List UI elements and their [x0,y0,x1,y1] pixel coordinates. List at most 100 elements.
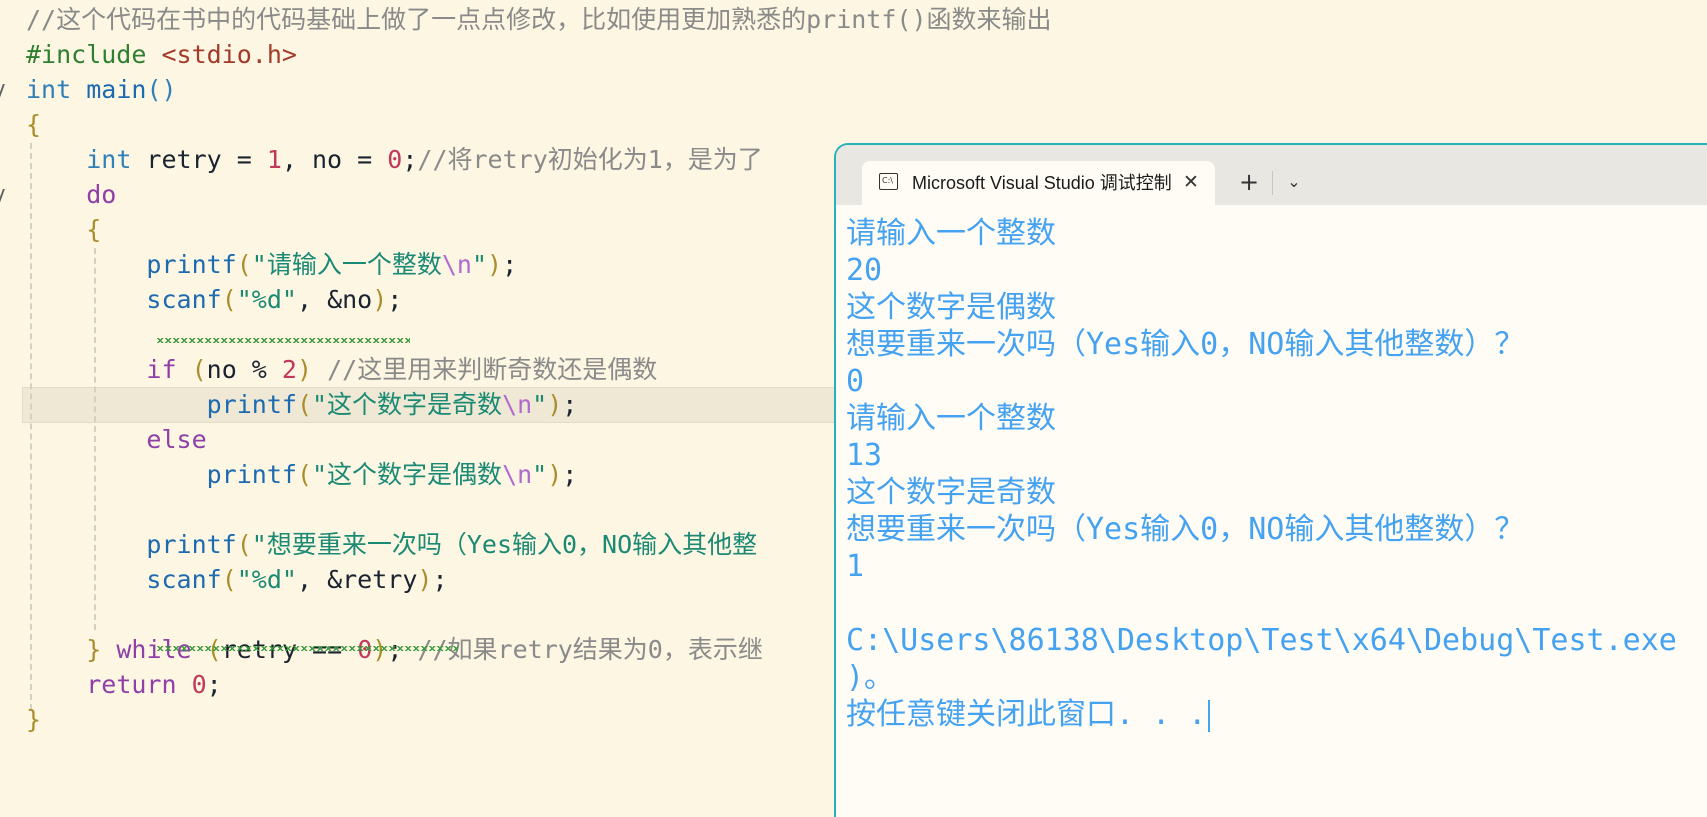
code-token: <stdio.h> [161,40,297,69]
code-token: ) [417,565,433,594]
code-token: "想要重来一次吗（Yes输入0，NO输入其他整 [251,530,758,559]
code-line[interactable]: do [26,177,116,213]
code-token: scanf [146,285,222,314]
console-line-text: 想要重来一次吗（Yes输入0，NO输入其他整数）？ [846,512,1525,547]
code-line[interactable]: int main() [26,72,177,108]
code-token: \n [502,460,533,489]
console-line: 请输入一个整数 [846,400,1707,437]
code-token: return [86,670,177,699]
console-output: 请输入一个整数 20 这个数字是偶数 想要重来一次吗（Yes输入0，NO输入其他整数）… [846,215,1707,733]
code-token: } [26,705,42,734]
code-line[interactable]: int retry = 1, no = 0;//将retry初始化为1，是为了 [26,142,763,178]
fold-marker[interactable] [0,189,9,205]
code-line[interactable]: return 0; [26,667,222,703]
debug-console-window[interactable]: C:\ Microsoft Visual Studio 调试控制台 ✕ + ⌄ … [834,143,1707,817]
code-token: ( [221,285,237,314]
code-token: "这个数字是奇数 [312,390,503,419]
console-line: 13 [846,437,1707,474]
code-token: , &no [296,285,373,314]
code-token: #include [26,40,162,69]
code-line[interactable]: printf("这个数字是偶数\n"); [26,457,578,493]
code-token: 0 [387,145,403,174]
chevron-down-icon[interactable]: ⌄ [1276,167,1312,197]
code-token: ( [221,565,237,594]
code-line[interactable]: printf("请输入一个整数\n"); [26,247,517,283]
code-token: ) [547,460,563,489]
tab-separator [1272,171,1273,195]
code-token: ; [402,145,418,174]
code-line[interactable]: #include <stdio.h> [26,37,297,73]
console-line: 想要重来一次吗（Yes输入0，NO输入其他整数）？ [846,511,1707,548]
code-token: ) [372,285,388,314]
warning-squiggle [156,338,410,343]
close-icon[interactable]: ✕ [1178,169,1204,195]
console-line: )。 [846,659,1707,696]
console-line: C:\Users\86138\Desktop\Test\x64\Debug\Te… [846,622,1707,659]
code-token: ( [296,390,312,419]
console-line: 1 [846,548,1707,585]
code-token: 0 [191,670,207,699]
code-token: "请输入一个整数 [251,250,442,279]
code-token: int [86,145,132,174]
code-token: //这里用来判断奇数还是偶数 [327,355,658,384]
code-token: ) [547,390,563,419]
code-token: main [86,75,147,104]
code-line[interactable]: printf("这个数字是奇数\n"); [26,387,578,423]
console-line-text: 请输入一个整数 [846,401,1056,436]
code-line[interactable]: scanf("%d", &no); [26,282,402,318]
code-line[interactable]: } [26,702,41,738]
code-token: "%d" [236,285,297,314]
code-line[interactable]: else [26,422,207,458]
code-token: ; [387,285,403,314]
console-line-text: 这个数字是偶数 [846,290,1056,325]
tab-strip: C:\ Microsoft Visual Studio 调试控制台 ✕ + ⌄ [836,145,1707,205]
code-line[interactable]: if (no % 2) //这里用来判断奇数还是偶数 [26,352,657,388]
console-line-text: 按任意键关闭此窗口. . . [846,697,1207,732]
console-icon: C:\ [879,173,898,190]
code-line[interactable]: scanf("%d", &retry); [26,562,448,598]
code-token: ) [296,355,313,384]
tab-debug-console[interactable]: C:\ Microsoft Visual Studio 调试控制台 ✕ [862,161,1215,205]
code-token: ; [562,460,578,489]
code-token: //这个代码在书中的代码基础上做了一点点修改，比如使用更加熟悉的printf()… [26,5,1052,34]
code-token: { [26,110,42,139]
console-line: 这个数字是偶数 [846,289,1707,326]
new-tab-button[interactable]: + [1231,167,1267,197]
code-token: { [86,215,102,244]
code-token: printf [146,530,237,559]
code-token: do [86,180,117,209]
code-token: else [146,425,207,454]
code-token: , no = [281,145,388,174]
console-line: 按任意键关闭此窗口. . . [846,696,1707,733]
code-token: if [146,355,177,384]
code-token: retry = [131,145,267,174]
code-token: } [86,635,102,664]
console-line-text: 想要重来一次吗（Yes输入0，NO输入其他整数）？ [846,327,1525,362]
code-token: ( [191,355,207,384]
fold-marker[interactable] [0,84,9,100]
code-token: () [146,75,177,104]
console-line: 请输入一个整数 [846,215,1707,252]
code-token: printf [206,390,297,419]
code-line[interactable]: { [26,212,101,248]
code-line[interactable]: { [26,107,41,143]
console-line-text: 0 [846,364,865,399]
code-token: ; [432,565,448,594]
console-line-text: 请输入一个整数 [846,216,1056,251]
code-token: ( [236,250,252,279]
code-token: printf [146,250,237,279]
code-token: printf [206,460,297,489]
code-token: ; [206,670,222,699]
code-line[interactable]: printf("想要重来一次吗（Yes输入0，NO输入其他整 [26,527,757,563]
code-line[interactable]: //这个代码在书中的代码基础上做了一点点修改，比如使用更加熟悉的printf()… [26,2,1052,38]
